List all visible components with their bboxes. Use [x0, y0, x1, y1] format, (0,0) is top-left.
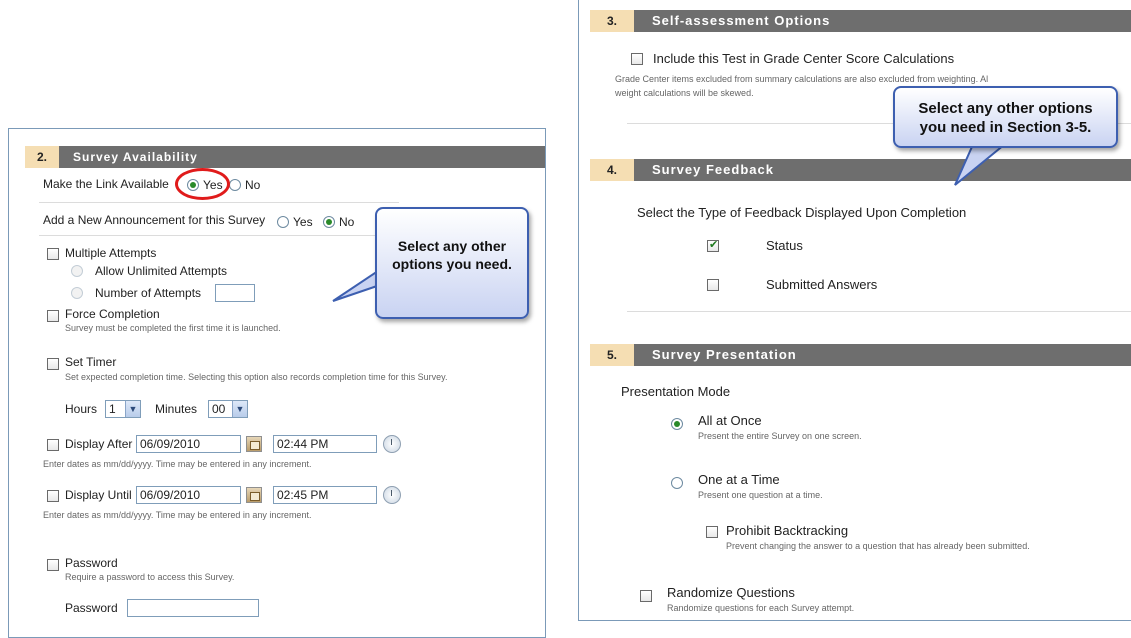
section-number: 4.: [590, 159, 634, 181]
hours-value: 1: [109, 402, 116, 416]
display-after-checkbox[interactable]: [47, 439, 59, 451]
one-at-a-time-radio[interactable]: [671, 477, 683, 489]
display-until-checkbox[interactable]: [47, 490, 59, 502]
announcement-yes-radio[interactable]: [277, 216, 289, 228]
number-of-attempts-label: Number of Attempts: [95, 286, 202, 300]
display-after-label: Display After: [65, 437, 133, 451]
display-after-date-input[interactable]: 06/09/2010: [136, 435, 241, 453]
highlight-circle: [175, 168, 230, 200]
callout-right-line2: you need in Section 3-5.: [919, 119, 1092, 136]
one-at-a-time-label: One at a Time: [698, 472, 780, 487]
callout-left: Select any other options you need.: [375, 207, 529, 319]
status-label: Status: [766, 238, 803, 253]
status-checkbox[interactable]: [707, 238, 719, 252]
display-until-help: Enter dates as mm/dd/yyyy. Time may be e…: [43, 510, 312, 520]
prohibit-backtracking-label: Prohibit Backtracking: [726, 523, 849, 538]
announcement-yes-label: Yes: [293, 215, 313, 229]
randomize-questions-label: Randomize Questions: [667, 585, 795, 600]
make-link-no-radio[interactable]: [229, 179, 241, 191]
clock-icon[interactable]: [383, 435, 401, 453]
submitted-answers-checkbox[interactable]: [707, 279, 719, 291]
chevron-down-icon: ▼: [232, 401, 247, 417]
grade-center-help-2: weight calculations will be skewed.: [615, 88, 754, 98]
prohibit-backtracking-checkbox[interactable]: [706, 526, 718, 538]
display-until-time-input[interactable]: 02:45 PM: [273, 486, 377, 504]
section-number: 2.: [25, 146, 59, 168]
randomize-questions-help: Randomize questions for each Survey atte…: [667, 603, 855, 613]
minutes-select[interactable]: 00 ▼: [208, 400, 248, 418]
password-checkbox-label: Password: [65, 556, 118, 570]
callout-right-line1: Select any other options: [918, 100, 1093, 117]
section-title: Self-assessment Options: [652, 13, 831, 28]
make-link-no-label: No: [245, 178, 261, 192]
grade-center-help-1: Grade Center items excluded from summary…: [615, 74, 989, 84]
randomize-questions-checkbox[interactable]: [640, 590, 652, 602]
section-number: 3.: [590, 10, 634, 32]
set-timer-checkbox[interactable]: [47, 358, 59, 370]
section-title: Survey Feedback: [652, 162, 774, 177]
calendar-icon[interactable]: [246, 487, 262, 503]
force-completion-label: Force Completion: [65, 307, 160, 321]
section-5-header: 5. Survey Presentation: [590, 344, 1131, 366]
allow-unlimited-attempts-radio[interactable]: [71, 265, 83, 277]
force-completion-checkbox[interactable]: [47, 310, 59, 322]
callout-right: Select any other options you need in Sec…: [893, 86, 1118, 148]
hours-label: Hours: [65, 402, 98, 416]
prohibit-backtracking-help: Prevent changing the answer to a questio…: [726, 541, 1030, 551]
display-until-date-input[interactable]: 06/09/2010: [136, 486, 241, 504]
section-number: 5.: [590, 344, 634, 366]
chevron-down-icon: ▼: [125, 401, 140, 417]
callout-left-line1: Select any other: [397, 238, 507, 254]
feedback-type-label: Select the Type of Feedback Displayed Up…: [637, 205, 967, 220]
announcement-label: Add a New Announcement for this Survey: [43, 213, 266, 227]
submitted-answers-label: Submitted Answers: [766, 277, 878, 292]
password-help: Require a password to access this Survey…: [65, 572, 235, 582]
display-after-help: Enter dates as mm/dd/yyyy. Time may be e…: [43, 459, 312, 469]
callout-left-line2: options you need.: [392, 256, 512, 272]
calendar-icon[interactable]: [246, 436, 262, 452]
grade-center-label: Include this Test in Grade Center Score …: [653, 51, 955, 66]
section-3-header: 3. Self-assessment Options: [590, 10, 1131, 32]
hours-select[interactable]: 1 ▼: [105, 400, 141, 418]
grade-center-checkbox[interactable]: [631, 53, 643, 65]
minutes-label: Minutes: [155, 402, 198, 416]
password-field-label: Password: [65, 601, 118, 615]
password-checkbox[interactable]: [47, 559, 59, 571]
all-at-once-radio[interactable]: [671, 418, 683, 430]
number-of-attempts-input[interactable]: [215, 284, 255, 302]
clock-icon[interactable]: [383, 486, 401, 504]
multiple-attempts-checkbox[interactable]: [47, 248, 59, 260]
minutes-value: 00: [212, 402, 226, 416]
multiple-attempts-label: Multiple Attempts: [65, 246, 157, 260]
force-completion-help: Survey must be completed the first time …: [65, 323, 281, 333]
all-at-once-label: All at Once: [698, 413, 762, 428]
divider: [627, 311, 1131, 312]
section-2-header: 2. Survey Availability: [25, 146, 545, 168]
set-timer-help: Set expected completion time. Selecting …: [65, 372, 448, 382]
allow-unlimited-attempts-label: Allow Unlimited Attempts: [95, 264, 228, 278]
number-of-attempts-radio[interactable]: [71, 287, 83, 299]
password-input[interactable]: [127, 599, 259, 617]
section-title: Survey Availability: [73, 150, 198, 164]
one-at-a-time-help: Present one question at a time.: [698, 490, 823, 500]
display-after-time-input[interactable]: 02:44 PM: [273, 435, 377, 453]
make-link-available-label: Make the Link Available: [43, 177, 169, 191]
section-title: Survey Presentation: [652, 347, 797, 362]
divider: [39, 202, 399, 203]
display-until-label: Display Until: [65, 488, 132, 502]
section-4-header: 4. Survey Feedback: [590, 159, 1131, 181]
all-at-once-help: Present the entire Survey on one screen.: [698, 431, 862, 441]
set-timer-label: Set Timer: [65, 355, 117, 369]
presentation-mode-label: Presentation Mode: [621, 384, 731, 399]
